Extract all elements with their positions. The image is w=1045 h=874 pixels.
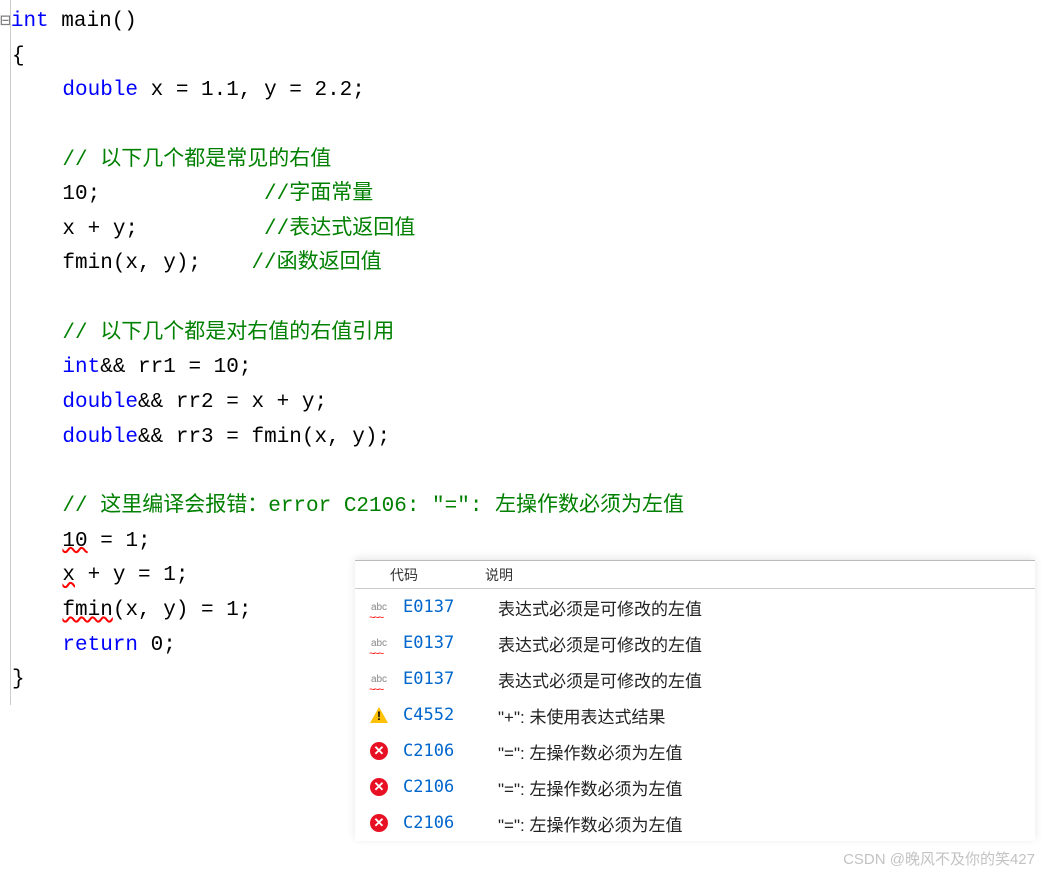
error-description: "=": 左操作数必须为左值 — [498, 775, 1035, 800]
error-squiggle: x — [62, 564, 75, 587]
code-line — [0, 282, 1045, 317]
error-description: "+": 未使用表达式结果 — [498, 703, 1035, 728]
error-row[interactable]: abc E0137表达式必须是可修改的左值 — [355, 589, 1035, 625]
error-row[interactable]: C4552"+": 未使用表达式结果 — [355, 697, 1035, 733]
header-code-col[interactable]: 代码 — [385, 565, 485, 585]
error-description: "=": 左操作数必须为左值 — [498, 811, 1035, 836]
error-code[interactable]: C2106 — [403, 777, 498, 797]
error-row[interactable]: abc E0137表达式必须是可修改的左值 — [355, 625, 1035, 661]
error-icon: ✕ — [365, 773, 393, 801]
error-list-header: 代码 说明 — [355, 561, 1035, 589]
error-code[interactable]: E0137 — [403, 597, 498, 617]
error-description: 表达式必须是可修改的左值 — [498, 631, 1035, 656]
code-line — [0, 455, 1045, 490]
error-icon: ✕ — [365, 809, 393, 837]
error-code[interactable]: C2106 — [403, 741, 498, 761]
code-line: // 这里编译会报错：error C2106: "=": 左操作数必须为左值 — [0, 490, 1045, 525]
error-row[interactable]: abc E0137表达式必须是可修改的左值 — [355, 661, 1035, 697]
code-line: ⊟int main() — [0, 5, 1045, 40]
code-line: double&& rr3 = fmin(x, y); — [0, 421, 1045, 456]
code-line: // 以下几个都是常见的右值 — [0, 144, 1045, 179]
header-desc-col[interactable]: 说明 — [485, 565, 1035, 585]
code-line: x + y; //表达式返回值 — [0, 213, 1045, 248]
error-icon: ✕ — [365, 737, 393, 765]
error-row[interactable]: ✕ C2106"=": 左操作数必须为左值 — [355, 733, 1035, 769]
error-squiggle: fmin — [62, 599, 112, 622]
code-line: int&& rr1 = 10; — [0, 351, 1045, 386]
intellisense-error-icon: abc — [365, 593, 393, 621]
gutter-border — [10, 0, 11, 705]
error-row[interactable]: ✕ C2106"=": 左操作数必须为左值 — [355, 805, 1035, 841]
error-list-panel[interactable]: 代码 说明 abcE0137表达式必须是可修改的左值abcE0137表达式必须是… — [355, 560, 1035, 841]
error-code[interactable]: C2106 — [403, 813, 498, 833]
code-line: // 以下几个都是对右值的右值引用 — [0, 317, 1045, 352]
code-line — [0, 109, 1045, 144]
watermark-text: CSDN @晚风不及你的笑427 — [843, 848, 1035, 869]
code-line: double x = 1.1, y = 2.2; — [0, 74, 1045, 109]
code-line: fmin(x, y); //函数返回值 — [0, 247, 1045, 282]
error-code[interactable]: C4552 — [403, 705, 498, 725]
code-line: 10 = 1; — [0, 525, 1045, 560]
error-description: "=": 左操作数必须为左值 — [498, 739, 1035, 764]
intellisense-error-icon: abc — [365, 629, 393, 657]
code-line: double&& rr2 = x + y; — [0, 386, 1045, 421]
error-code[interactable]: E0137 — [403, 633, 498, 653]
error-code[interactable]: E0137 — [403, 669, 498, 689]
intellisense-error-icon: abc — [365, 665, 393, 693]
error-description: 表达式必须是可修改的左值 — [498, 595, 1035, 620]
error-description: 表达式必须是可修改的左值 — [498, 667, 1035, 692]
error-squiggle: 10 — [62, 530, 87, 553]
code-line: 10; //字面常量 — [0, 178, 1045, 213]
error-row[interactable]: ✕ C2106"=": 左操作数必须为左值 — [355, 769, 1035, 805]
warning-icon — [365, 701, 393, 729]
code-line: { — [0, 40, 1045, 75]
